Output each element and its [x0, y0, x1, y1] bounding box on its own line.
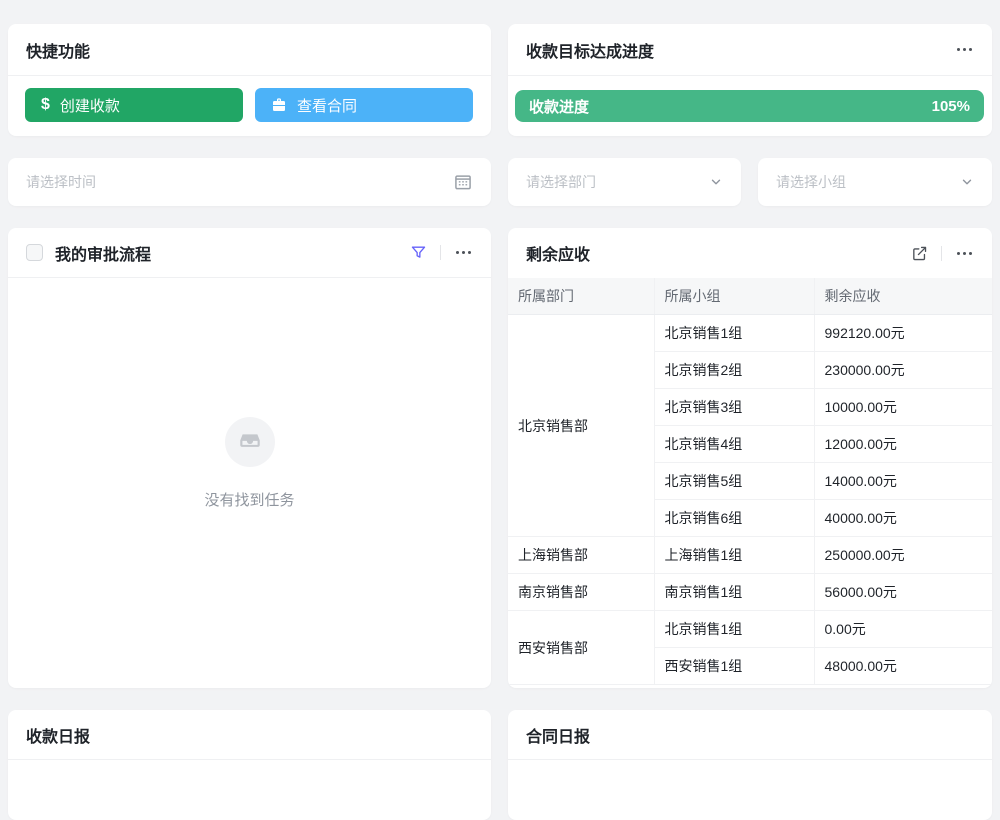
- approval-card: 我的审批流程 没有找到任务: [8, 228, 491, 688]
- progress-track: 收款进度 105%: [515, 90, 984, 122]
- column-header-group: 所属小组: [654, 278, 814, 315]
- department-cell: 北京销售部: [508, 315, 654, 537]
- group-cell: 北京销售1组: [654, 611, 814, 648]
- briefcase-icon: [271, 97, 287, 113]
- department-cell: 上海销售部: [508, 537, 654, 574]
- amount-cell: 230000.00元: [814, 352, 992, 389]
- filter-funnel-icon[interactable]: [410, 244, 427, 261]
- progress-body: 收款进度 105%: [508, 76, 992, 122]
- quick-actions-body: $ 创建收款 查看合同: [8, 76, 491, 122]
- department-placeholder: 请选择部门: [526, 172, 709, 192]
- inbox-icon: [237, 429, 263, 455]
- amount-cell: 10000.00元: [814, 389, 992, 426]
- table-header-row: 所属部门 所属小组 剩余应收: [508, 278, 992, 315]
- group-cell: 北京销售5组: [654, 463, 814, 500]
- department-select[interactable]: 请选择部门: [508, 158, 741, 206]
- payment-daily-header: 收款日报: [8, 710, 491, 760]
- group-cell: 北京销售2组: [654, 352, 814, 389]
- dollar-icon: $: [41, 96, 50, 114]
- amount-cell: 40000.00元: [814, 500, 992, 537]
- empty-circle: [225, 417, 275, 467]
- ellipsis-icon[interactable]: [955, 44, 974, 55]
- dashboard-page: 快捷功能 $ 创建收款 查看合同 收款目标达成进度 收款进度: [0, 0, 1000, 800]
- column-header-department: 所属部门: [508, 278, 654, 315]
- quick-actions-card: 快捷功能 $ 创建收款 查看合同: [8, 24, 491, 136]
- ellipsis-icon[interactable]: [955, 248, 974, 259]
- progress-label: 收款进度: [529, 96, 589, 117]
- progress-percent: 105%: [932, 98, 970, 115]
- amount-cell: 48000.00元: [814, 648, 992, 685]
- chevron-down-icon: [709, 175, 723, 189]
- group-cell: 南京销售1组: [654, 574, 814, 611]
- amount-cell: 250000.00元: [814, 537, 992, 574]
- progress-header: 收款目标达成进度: [508, 24, 992, 76]
- view-contract-label: 查看合同: [297, 95, 357, 116]
- progress-card: 收款目标达成进度 收款进度 105%: [508, 24, 992, 136]
- ellipsis-icon[interactable]: [454, 247, 473, 258]
- card-title: 快捷功能: [26, 38, 90, 62]
- card-title: 剩余应收: [526, 241, 590, 265]
- card-title: 收款目标达成进度: [526, 38, 654, 62]
- approval-empty-state: 没有找到任务: [8, 260, 491, 666]
- receivable-card: 剩余应收 所属部门 所属小组 剩余应收: [508, 228, 992, 688]
- amount-cell: 56000.00元: [814, 574, 992, 611]
- group-select[interactable]: 请选择小组: [758, 158, 992, 206]
- amount-cell: 0.00元: [814, 611, 992, 648]
- table-row: 南京销售部南京销售1组56000.00元: [508, 574, 992, 611]
- card-title: 合同日报: [526, 723, 590, 747]
- empty-text: 没有找到任务: [204, 489, 294, 510]
- amount-cell: 14000.00元: [814, 463, 992, 500]
- progress-bar: 收款进度 105%: [515, 90, 984, 122]
- contract-daily-header: 合同日报: [508, 710, 992, 760]
- calendar-icon: [453, 172, 473, 192]
- time-placeholder: 请选择时间: [26, 172, 453, 192]
- contract-daily-card: 合同日报: [508, 710, 992, 820]
- group-cell: 北京销售1组: [654, 315, 814, 352]
- divider: [440, 245, 441, 260]
- group-cell: 北京销售4组: [654, 426, 814, 463]
- group-placeholder: 请选择小组: [776, 172, 960, 192]
- chevron-down-icon: [960, 175, 974, 189]
- department-cell: 南京销售部: [508, 574, 654, 611]
- create-payment-button[interactable]: $ 创建收款: [25, 88, 243, 122]
- payment-daily-card: 收款日报: [8, 710, 491, 820]
- table-row: 上海销售部上海销售1组250000.00元: [508, 537, 992, 574]
- create-payment-label: 创建收款: [60, 95, 120, 116]
- receivable-header: 剩余应收: [508, 228, 992, 278]
- column-header-amount: 剩余应收: [814, 278, 992, 315]
- department-cell: 西安销售部: [508, 611, 654, 685]
- external-link-icon[interactable]: [911, 245, 928, 262]
- approval-checkbox[interactable]: [26, 244, 43, 261]
- amount-cell: 992120.00元: [814, 315, 992, 352]
- card-title: 我的审批流程: [55, 241, 151, 265]
- quick-actions-header: 快捷功能: [8, 24, 491, 76]
- group-cell: 北京销售3组: [654, 389, 814, 426]
- group-cell: 上海销售1组: [654, 537, 814, 574]
- table-row: 北京销售部北京销售1组992120.00元: [508, 315, 992, 352]
- table-row: 西安销售部北京销售1组0.00元: [508, 611, 992, 648]
- amount-cell: 12000.00元: [814, 426, 992, 463]
- card-title: 收款日报: [26, 723, 90, 747]
- receivable-table: 所属部门 所属小组 剩余应收 北京销售部北京销售1组992120.00元北京销售…: [508, 278, 992, 685]
- receivable-table-body: 北京销售部北京销售1组992120.00元北京销售2组230000.00元北京销…: [508, 315, 992, 685]
- time-picker-input[interactable]: 请选择时间: [8, 158, 491, 206]
- view-contract-button[interactable]: 查看合同: [255, 88, 473, 122]
- group-cell: 北京销售6组: [654, 500, 814, 537]
- divider: [941, 246, 942, 261]
- group-cell: 西安销售1组: [654, 648, 814, 685]
